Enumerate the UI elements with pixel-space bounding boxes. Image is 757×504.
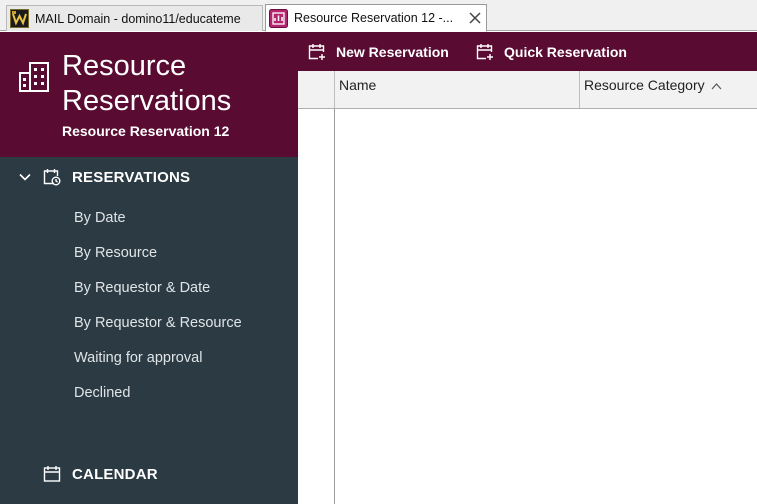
reservations-label: RESERVATIONS	[72, 168, 191, 186]
view-column-header: Name Resource Category	[298, 71, 757, 109]
calendar-clock-icon	[43, 169, 61, 186]
nav-item-by-requestor-resource[interactable]: By Requestor & Resource	[74, 313, 242, 333]
calendar-label: CALENDAR	[72, 465, 158, 483]
tab-label: MAIL Domain - domino11/educateme	[35, 11, 241, 26]
nav-item-by-requestor-date[interactable]: By Requestor & Date	[74, 278, 210, 298]
column-header-label: Resource Category	[584, 77, 705, 93]
column-header-label: Name	[339, 77, 377, 93]
new-reservation-label: New Reservation	[336, 43, 449, 60]
close-icon[interactable]	[467, 10, 483, 26]
reservation-db-icon	[269, 8, 288, 28]
selection-gutter-divider	[334, 109, 335, 504]
action-toolbar: New Reservation Quick Reservation	[298, 32, 757, 71]
quick-reservation-button[interactable]: Quick Reservation	[476, 32, 627, 71]
calendar-section-header[interactable]: CALENDAR	[0, 459, 298, 489]
nav-item-by-date[interactable]: By Date	[74, 208, 126, 228]
new-reservation-button[interactable]: New Reservation	[308, 32, 449, 71]
app-subtitle: Resource Reservation 12	[62, 123, 230, 139]
tab-label: Resource Reservation 12 -...	[294, 11, 454, 25]
nav-item-by-resource[interactable]: By Resource	[74, 243, 157, 263]
tab-resource-reservation[interactable]: Resource Reservation 12 -...	[265, 4, 487, 32]
calendar-add-icon	[476, 43, 493, 60]
app-header: Resource Reservations Resource Reservati…	[0, 32, 298, 157]
tab-mail-domain[interactable]: MAIL Domain - domino11/educateme	[6, 5, 263, 31]
sidebar: Resource Reservations Resource Reservati…	[0, 32, 298, 504]
quick-reservation-label: Quick Reservation	[504, 43, 627, 60]
app-title: Resource Reservations	[62, 50, 232, 117]
reservations-section-header[interactable]: RESERVATIONS	[0, 162, 298, 192]
domino-app-icon	[10, 9, 29, 28]
nav-item-declined[interactable]: Declined	[74, 383, 130, 403]
calendar-icon	[43, 466, 61, 482]
column-header-name[interactable]: Name	[335, 71, 579, 108]
tab-strip: MAIL Domain - domino11/educateme Resourc…	[0, 0, 757, 32]
calendar-add-icon	[308, 43, 325, 60]
sort-ascending-icon	[711, 83, 722, 90]
chevron-down-icon	[19, 173, 31, 181]
view-body[interactable]	[298, 109, 757, 504]
column-header-resource-category[interactable]: Resource Category	[580, 71, 757, 108]
building-icon	[19, 62, 49, 92]
nav-item-waiting-approval[interactable]: Waiting for approval	[74, 348, 202, 368]
